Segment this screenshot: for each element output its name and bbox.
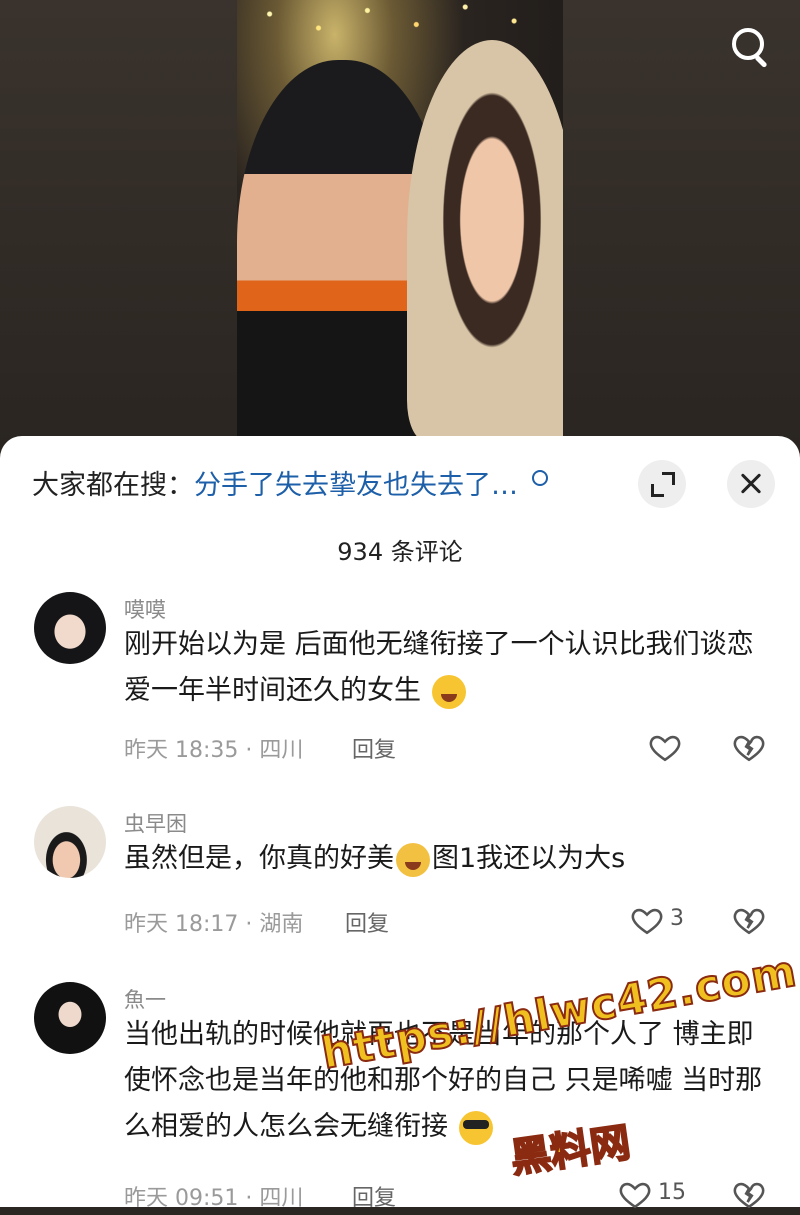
reply-button[interactable]: 回复 [352,1180,396,1212]
broken-heart-icon[interactable] [732,730,766,764]
like-icon[interactable] [648,730,682,764]
comment-count: 934 条评论 [337,538,463,566]
sunglasses-crying-face-icon [458,1110,493,1145]
avatar[interactable] [34,982,106,1054]
comment-meta: 昨天 18:17 · 湖南 [124,912,304,937]
expand-icon[interactable] [638,460,686,508]
like-count: 15 [658,1180,686,1205]
comment-meta: 昨天 09:51 · 四川 [124,1186,304,1211]
video-photo[interactable] [237,0,563,436]
trending-search[interactable]: 大家都在搜：分手了失去挚友也失去了… [32,466,548,506]
search-icon[interactable] [728,24,772,69]
person-right [407,40,563,436]
comment-meta: 昨天 18:35 · 四川 [124,738,304,763]
crying-face-icon [396,842,430,877]
reply-button[interactable]: 回复 [345,906,389,938]
avatar[interactable] [34,592,106,664]
avatar[interactable] [34,806,106,878]
like-count: 3 [670,906,684,931]
username[interactable]: 嗼嗼 [124,594,166,624]
close-icon[interactable] [727,460,775,508]
trending-query[interactable]: 分手了失去挚友也失去了… [194,470,518,501]
video-background[interactable] [0,0,800,450]
reply-button[interactable]: 回复 [352,732,396,764]
comment-item: 嗼嗼 刚开始以为是 后面他无缝衔接了一个认识比我们谈恋爱一年半时间还久的女生 昨… [0,592,800,772]
comments-sheet: 大家都在搜：分手了失去挚友也失去了… 934 条评论 嗼嗼 刚开始以为是 后面他… [0,436,800,1211]
comment-item: 虫早困 虽然但是，你真的好美 图1我还以为大s 昨天 18:17 · 湖南 回复 … [0,806,800,946]
broken-heart-icon[interactable] [732,1177,766,1211]
comment-text: 虽然但是，你真的好美 图1我还以为大s [124,836,764,882]
broken-heart-icon[interactable] [732,903,766,937]
trending-prefix: 大家都在搜： [32,470,194,501]
username[interactable]: 魚一 [124,984,166,1014]
comment-text: 刚开始以为是 后面他无缝衔接了一个认识比我们谈恋爱一年半时间还久的女生 [124,622,764,714]
laughing-face-icon [431,674,466,709]
username[interactable]: 虫早困 [124,808,187,838]
like-icon[interactable] [630,903,664,937]
like-icon[interactable] [618,1177,652,1211]
search-small-icon [532,470,548,486]
